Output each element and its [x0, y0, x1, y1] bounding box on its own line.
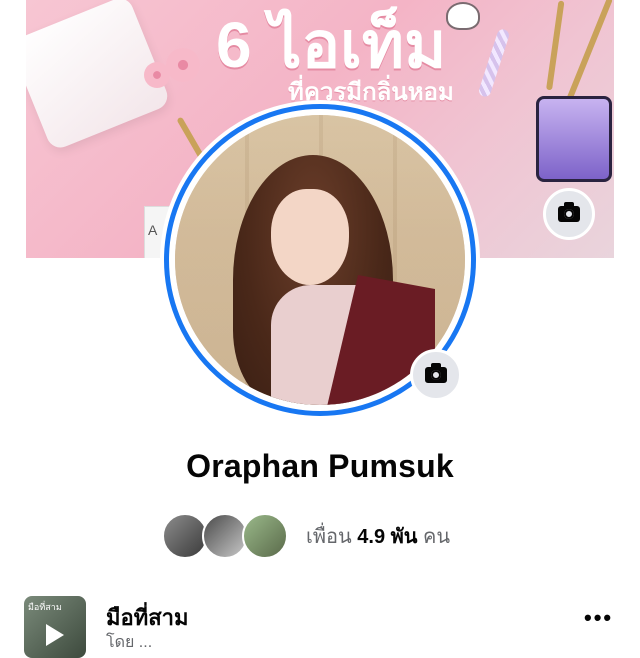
cover-purple-perfume: [536, 96, 612, 182]
cover-leaf: [546, 0, 565, 91]
more-horizontal-icon[interactable]: •••: [584, 607, 620, 629]
play-icon: [46, 624, 64, 646]
post-subtitle: โดย ...: [106, 634, 153, 651]
friends-count-text: เพื่อน 4.9 พัน คน: [306, 520, 450, 552]
edit-profile-picture-button[interactable]: [410, 349, 462, 401]
heart-icon: [446, 2, 480, 30]
cover-leaf: [566, 0, 613, 102]
camera-icon: [425, 363, 447, 383]
friends-count: 4.9 พัน: [357, 526, 418, 548]
profile-name: Oraphan Pumsuk: [186, 448, 454, 484]
cover-flower: [166, 48, 200, 82]
friends-prefix: เพื่อน: [306, 526, 352, 548]
post-thumbnail[interactable]: มือที่สาม: [24, 596, 86, 658]
cover-card-text: A: [148, 222, 158, 238]
list-item[interactable]: มือที่สาม มือที่สาม โดย ... •••: [24, 596, 624, 658]
friends-summary[interactable]: เพื่อน 4.9 พัน คน: [162, 510, 450, 562]
friend-avatar: [242, 513, 288, 559]
edit-cover-photo-button[interactable]: [543, 188, 595, 240]
friends-suffix: คน: [423, 526, 451, 548]
cover-incense-stick: [477, 27, 511, 99]
camera-icon: [558, 202, 580, 222]
post-thumbnail-label: มือที่สาม: [28, 602, 62, 612]
cover-flower: [144, 62, 170, 88]
